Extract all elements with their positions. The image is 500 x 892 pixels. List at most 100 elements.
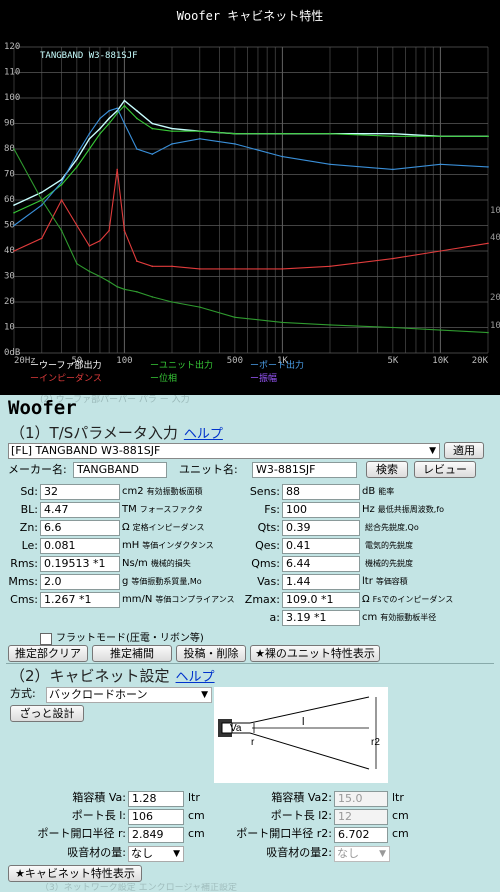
impedance-point (392, 257, 394, 260)
absorb1-select[interactable]: なし ▼ (128, 846, 184, 862)
unit-select-value: [FL] TANGBAND W3-881SJF (11, 444, 161, 457)
woofer-output-point (151, 122, 154, 125)
post-delete-button[interactable]: 投稿・削除 (176, 645, 246, 662)
woofer-output-point (123, 99, 126, 102)
search-button[interactable]: 検索 (366, 461, 408, 478)
param-unit-text: cm2 (122, 486, 144, 497)
chart-svg: Woofer キャビネット特性 TANGBAND W3-881SJF 120 110 1… (4, 8, 500, 384)
y-tick-label: 20 (4, 297, 15, 307)
unit-output-point (13, 212, 15, 214)
cabinet-chart-button[interactable]: ★キャビネット特性表示 (8, 865, 142, 882)
param-input[interactable]: 1.267 *1 (40, 592, 120, 608)
param-input[interactable]: 6.44 (282, 556, 360, 572)
param-label: Le: (21, 539, 38, 552)
cab-input[interactable]: 12 (334, 809, 388, 825)
legend-entry: ー位相 (150, 372, 177, 384)
section2-heading: （2）キャビネット設定 ヘルプ (10, 665, 215, 686)
phase-point (88, 270, 91, 273)
param-input[interactable]: 3.19 *1 (282, 610, 360, 626)
impedance-point (199, 268, 201, 270)
param-unit: 総合先鋭度,Qo (362, 520, 419, 536)
cab-input[interactable]: 15.0 (334, 791, 388, 807)
param-input[interactable]: 88 (282, 484, 360, 500)
port-output-point (41, 204, 43, 206)
impedance-point (99, 240, 101, 242)
absorb1-value: なし (131, 847, 153, 860)
rough-design-button[interactable]: ざっと設計 (10, 705, 84, 722)
y-tick-label: 90 (4, 119, 15, 129)
x-tick-label: 100 (116, 356, 132, 366)
phase-point (281, 321, 284, 324)
phase-point (171, 301, 173, 303)
param-input[interactable]: 1.44 (282, 574, 360, 590)
flat-mode-checkbox[interactable] (40, 633, 52, 645)
param-input[interactable]: 100 (282, 502, 360, 518)
port-output-line (13, 107, 489, 226)
chevron-down-icon: ▼ (379, 849, 386, 859)
section2-help-link[interactable]: ヘルプ (176, 670, 215, 685)
param-unit-text: cm (362, 612, 378, 623)
param-unit-text: Ω (122, 522, 130, 533)
param-unit: Ω 定格インピーダンス (122, 520, 205, 536)
impedance-point (76, 224, 78, 227)
impedance-point (60, 199, 63, 201)
woofer-output-line (13, 99, 488, 206)
param-input[interactable]: 0.39 (282, 520, 360, 536)
cab-input[interactable]: 106 (128, 809, 184, 825)
maker-input[interactable]: TANGBAND (73, 462, 167, 478)
unit-select[interactable]: [FL] TANGBAND W3-881SJF ▼ (8, 443, 440, 459)
unit-output-point (88, 148, 91, 150)
woofer-output-point (41, 191, 43, 194)
param-desc: 等価容積 (375, 577, 408, 586)
right-axis-label: 20 (490, 293, 500, 303)
param-input[interactable]: 4.47 (40, 502, 120, 518)
param-input[interactable]: 0.41 (282, 538, 360, 554)
param-input[interactable]: 32 (40, 484, 120, 500)
estimate-interpolate-button[interactable]: 推定補間 (92, 645, 172, 662)
param-input[interactable]: 6.6 (40, 520, 120, 536)
unit-output-point (60, 183, 63, 186)
review-button[interactable]: レビュー (414, 461, 476, 478)
port-output-point (116, 107, 118, 109)
unit-output-point (199, 130, 201, 132)
section1-help-link[interactable]: ヘルプ (184, 427, 223, 442)
absorb2-select[interactable]: なし ▼ (334, 846, 390, 862)
bare-unit-chart-button[interactable]: ★裸のユニット特性表示 (250, 645, 380, 662)
estimate-clear-button[interactable]: 推定部クリア (8, 645, 88, 662)
unit-output-point (108, 122, 110, 125)
param-unit: 電気的先鋭度 (362, 538, 413, 554)
impedance-point (171, 265, 173, 268)
param-input[interactable]: 2.0 (40, 574, 120, 590)
param-label: Zmax: (244, 593, 280, 606)
legend-entry: ーインピーダンス (30, 372, 102, 384)
param-desc: 有効振動板半径 (380, 613, 437, 622)
param-label: Vas: (257, 575, 280, 588)
chevron-down-icon: ▼ (201, 690, 208, 700)
port-output-point (76, 153, 78, 155)
port-output-point (136, 148, 138, 150)
param-input[interactable]: 0.081 (40, 538, 120, 554)
apply-button[interactable]: 適用 (444, 442, 484, 459)
param-unit: Ns/m 機械的損失 (122, 556, 191, 572)
unit-name-input[interactable]: W3-881SJF (252, 462, 357, 478)
section1-title: （1）T/Sパラメータ入力 (10, 424, 178, 442)
cab-unit: ltr (188, 791, 200, 804)
param-label: Sens: (249, 485, 280, 498)
param-unit-text: mH (122, 540, 140, 551)
cab-input[interactable]: 6.702 (334, 827, 388, 843)
port-output-point (329, 163, 331, 166)
param-label: Qts: (257, 521, 280, 534)
cab-input[interactable]: 2.849 (128, 827, 184, 843)
param-desc: 定格インピーダンス (132, 523, 205, 532)
cab-label: 箱容積 Va: (72, 791, 126, 804)
port-output-point (123, 122, 126, 125)
impedance-point (151, 265, 154, 268)
impedance-point (281, 268, 284, 270)
cab-input[interactable]: 1.28 (128, 791, 184, 807)
param-input[interactable]: 0.19513 *1 (40, 556, 120, 572)
bottom-ghost-text: （3）ネットワーク設定 エンクロージャ補正設定 (40, 883, 237, 892)
type-select[interactable]: バックロードホーン ▼ (46, 687, 212, 703)
right-axis-label: 10 (490, 321, 500, 331)
horn-diagram-svg: Va l r r2 (218, 696, 380, 770)
param-input[interactable]: 109.0 *1 (282, 592, 360, 608)
